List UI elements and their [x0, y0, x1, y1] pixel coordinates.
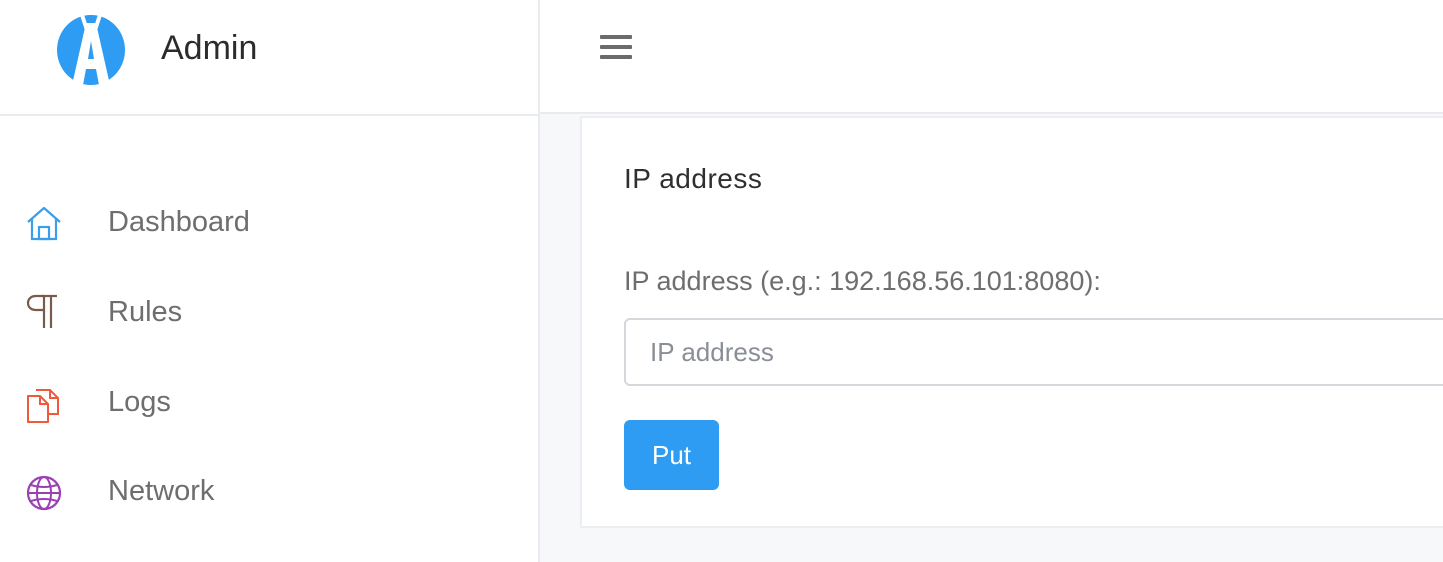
ip-address-card: IP address IP address (e.g.: 192.168.56.…	[580, 116, 1443, 528]
sidebar-item-network[interactable]: Network	[0, 445, 536, 535]
globe-icon	[26, 475, 62, 511]
sidebar: Admin Dashboard Rules Logs Network	[0, 0, 540, 562]
put-button[interactable]: Put	[624, 420, 719, 490]
sidebar-item-dashboard[interactable]: Dashboard	[0, 176, 536, 266]
brand-header: Admin	[0, 0, 538, 116]
admin-logo[interactable]	[54, 13, 128, 87]
pilcrow-icon	[26, 294, 57, 328]
sidebar-item-label: Rules	[108, 296, 183, 328]
ip-address-input[interactable]	[624, 318, 1443, 386]
files-icon	[27, 389, 59, 423]
brand-name: Admin	[161, 29, 258, 67]
sidebar-item-label: Dashboard	[108, 206, 250, 238]
card-title: IP address	[624, 163, 763, 194]
sidebar-item-label: Logs	[108, 386, 171, 418]
hamburger-icon[interactable]	[600, 33, 634, 61]
top-bar	[540, 0, 1443, 114]
sidebar-item-logs[interactable]: Logs	[0, 356, 536, 446]
home-icon	[27, 206, 61, 241]
main-content: IP address IP address (e.g.: 192.168.56.…	[540, 114, 1443, 562]
ip-address-label: IP address (e.g.: 192.168.56.101:8080):	[624, 266, 1101, 296]
sidebar-item-rules[interactable]: Rules	[0, 266, 536, 356]
sidebar-item-label: Network	[108, 475, 215, 507]
